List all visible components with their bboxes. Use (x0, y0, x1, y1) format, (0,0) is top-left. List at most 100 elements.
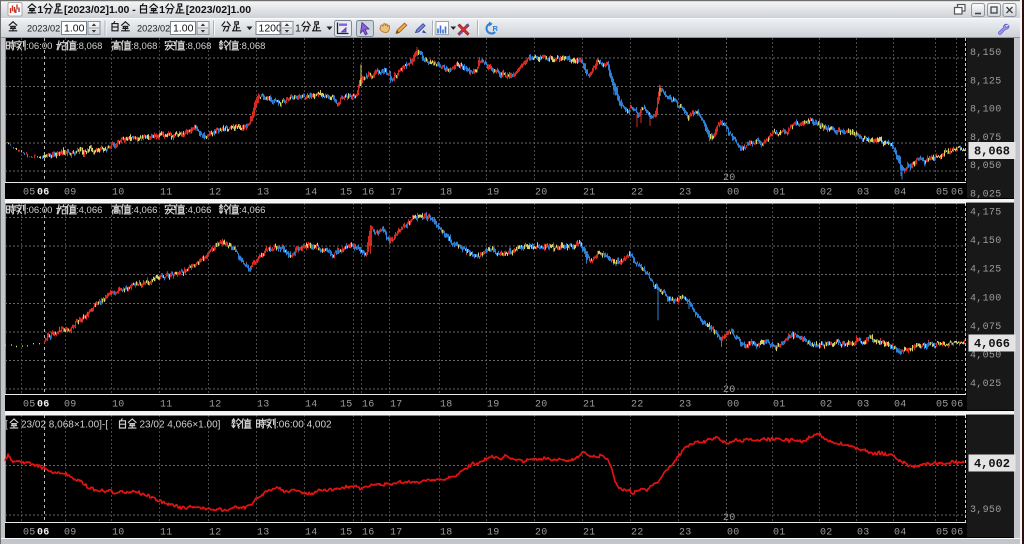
svg-text:11: 11 (160, 528, 172, 539)
svg-text:21: 21 (583, 188, 595, 199)
svg-text:1200: 1200 (259, 23, 283, 35)
svg-text:06: 06 (37, 188, 49, 199)
svg-text::06:00: :06:00 (26, 41, 52, 52)
svg-text:20: 20 (723, 385, 735, 396)
svg-text:06: 06 (951, 188, 963, 199)
svg-text:8,068: 8,068 (974, 145, 1010, 159)
svg-text:00: 00 (727, 528, 739, 539)
svg-text:8,025: 8,025 (970, 190, 1002, 201)
svg-text:4,100: 4,100 (970, 293, 1002, 304)
svg-text:10: 10 (112, 528, 124, 539)
svg-text:05: 05 (936, 400, 948, 411)
svg-text:10: 10 (112, 188, 124, 199)
svg-text::4,066: :4,066 (76, 205, 102, 216)
svg-text:14: 14 (305, 188, 317, 199)
svg-text:17: 17 (390, 188, 402, 199)
svg-text:23/02 8,068×1.00]-[: 23/02 8,068×1.00]-[ (21, 419, 108, 430)
svg-text:05: 05 (23, 528, 35, 539)
svg-text:01: 01 (773, 188, 785, 199)
svg-text:18: 18 (440, 528, 452, 539)
svg-text::8,068: :8,068 (239, 41, 265, 52)
svg-text:09: 09 (64, 188, 76, 199)
svg-text:4,050: 4,050 (970, 351, 1002, 362)
svg-text:15: 15 (340, 528, 352, 539)
svg-text:4,002: 4,002 (974, 457, 1010, 471)
svg-text:18: 18 (440, 188, 452, 199)
svg-text:14: 14 (305, 400, 317, 411)
svg-text:04: 04 (894, 400, 906, 411)
svg-text::8,068: :8,068 (76, 41, 102, 52)
svg-text:4,150: 4,150 (970, 236, 1002, 247)
svg-text:16: 16 (362, 188, 374, 199)
svg-text:05: 05 (936, 528, 948, 539)
svg-text:12: 12 (209, 528, 221, 539)
svg-text:20: 20 (723, 173, 735, 184)
svg-text:[2023/02]1.00: [2023/02]1.00 (186, 4, 252, 16)
svg-text:1: 1 (295, 23, 301, 35)
svg-text:16: 16 (362, 400, 374, 411)
svg-text::06:00 4,002: :06:00 4,002 (276, 419, 332, 430)
svg-text:4,066: 4,066 (974, 337, 1010, 351)
svg-text:13: 13 (257, 400, 269, 411)
svg-text:15: 15 (340, 188, 352, 199)
svg-text:23/02 4,066×1.00]: 23/02 4,066×1.00] (140, 419, 221, 430)
svg-text:09: 09 (64, 528, 76, 539)
svg-text:05: 05 (936, 188, 948, 199)
svg-text:1.00: 1.00 (64, 23, 85, 35)
svg-text:22: 22 (631, 528, 643, 539)
svg-text::06:00: :06:00 (26, 205, 52, 216)
svg-text:01: 01 (773, 528, 785, 539)
svg-text:2023/02: 2023/02 (137, 24, 170, 34)
svg-text::4,066: :4,066 (239, 205, 265, 216)
svg-text:19: 19 (487, 528, 499, 539)
svg-text:1: 1 (159, 4, 165, 16)
svg-text:05: 05 (23, 400, 35, 411)
svg-text:06: 06 (37, 400, 49, 411)
svg-text:02: 02 (820, 528, 832, 539)
svg-text:11: 11 (160, 400, 172, 411)
svg-text:4,125: 4,125 (970, 265, 1002, 276)
svg-text:23: 23 (679, 188, 691, 199)
svg-text:1: 1 (37, 4, 43, 16)
svg-text:12: 12 (209, 400, 221, 411)
svg-text:06: 06 (37, 528, 49, 539)
svg-text:00: 00 (727, 188, 739, 199)
svg-text:2023/02: 2023/02 (27, 24, 60, 34)
svg-text:02: 02 (820, 400, 832, 411)
svg-text:4,025: 4,025 (970, 379, 1002, 390)
svg-text:22: 22 (631, 400, 643, 411)
svg-text:00: 00 (727, 400, 739, 411)
svg-text:06: 06 (951, 528, 963, 539)
svg-text:14: 14 (305, 528, 317, 539)
svg-text:03: 03 (857, 188, 869, 199)
svg-text:17: 17 (390, 400, 402, 411)
svg-text:15: 15 (340, 400, 352, 411)
svg-text:03: 03 (857, 528, 869, 539)
svg-text:8,150: 8,150 (970, 48, 1002, 59)
svg-text:22: 22 (631, 188, 643, 199)
svg-text:16: 16 (362, 528, 374, 539)
svg-text::4,066: :4,066 (185, 205, 211, 216)
svg-text:04: 04 (894, 188, 906, 199)
svg-text:8,050: 8,050 (970, 161, 1002, 172)
svg-text:20: 20 (535, 400, 547, 411)
svg-text:04: 04 (894, 528, 906, 539)
svg-text:21: 21 (583, 528, 595, 539)
svg-text:03: 03 (857, 400, 869, 411)
svg-text:[2023/02]1.00 -: [2023/02]1.00 - (64, 4, 136, 16)
svg-text:13: 13 (257, 528, 269, 539)
svg-text:1.00: 1.00 (173, 23, 194, 35)
svg-text:R: R (493, 24, 499, 33)
svg-text::8,068: :8,068 (131, 41, 157, 52)
svg-text:4,075: 4,075 (970, 322, 1002, 333)
svg-text:20: 20 (535, 528, 547, 539)
svg-text:20: 20 (535, 188, 547, 199)
svg-text:23: 23 (679, 400, 691, 411)
svg-text:20: 20 (723, 513, 735, 524)
svg-text:4,175: 4,175 (970, 208, 1002, 219)
svg-text:8,125: 8,125 (970, 76, 1002, 87)
svg-text:21: 21 (583, 400, 595, 411)
svg-text:01: 01 (773, 400, 785, 411)
svg-text::4,066: :4,066 (131, 205, 157, 216)
svg-text:06: 06 (951, 400, 963, 411)
